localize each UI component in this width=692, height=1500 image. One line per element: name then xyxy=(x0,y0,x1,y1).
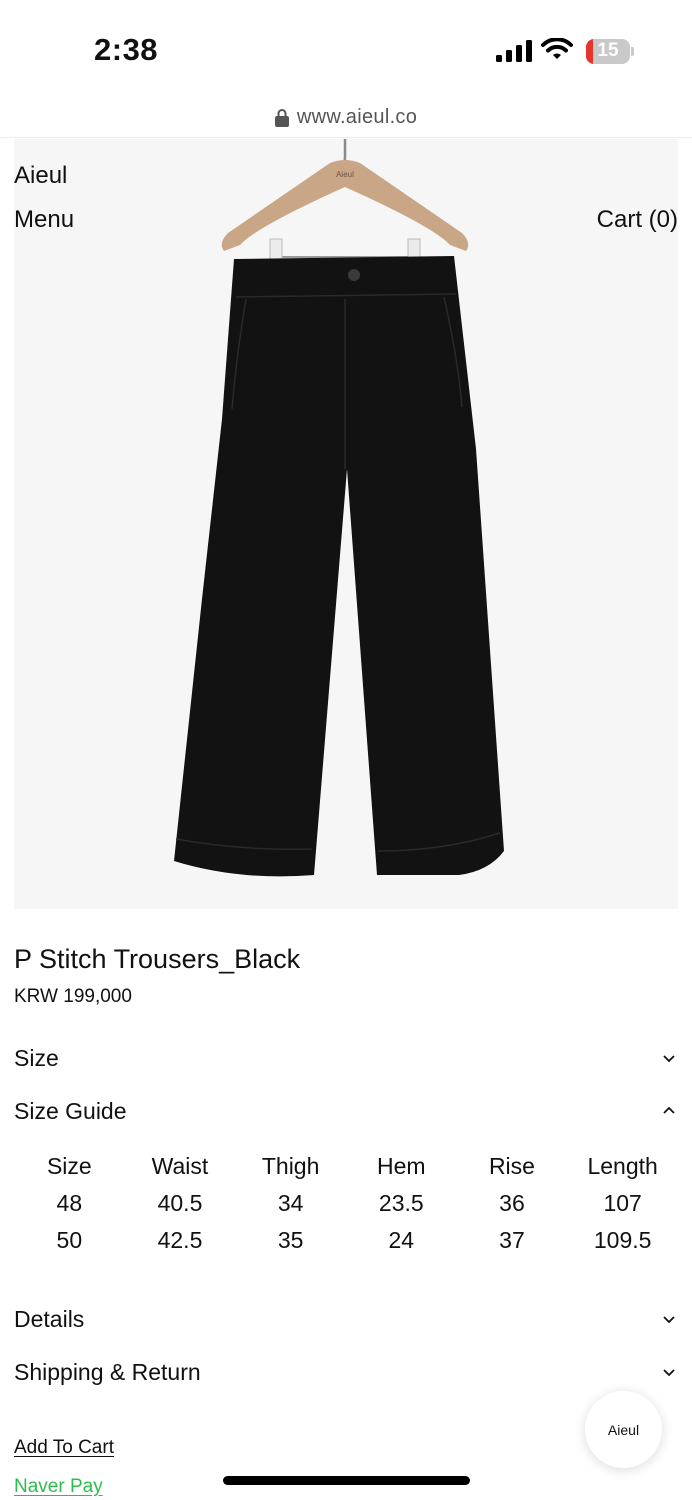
shipping-return-accordion-label: Shipping & Return xyxy=(14,1358,201,1385)
add-to-cart-link[interactable]: Add To Cart xyxy=(14,1437,114,1459)
battery-cap xyxy=(631,47,634,56)
table-cell: 107 xyxy=(603,1190,642,1216)
details-accordion-label: Details xyxy=(14,1305,85,1332)
table-cell: 42.5 xyxy=(157,1227,203,1253)
url-text: www.aieul.co xyxy=(296,106,418,128)
table-row: 50 42.5 35 24 37 109.5 xyxy=(14,1222,678,1259)
page: 2:38 15 www.aieul.co Aieul Aieul Menu Ca… xyxy=(0,0,692,1500)
waist-button xyxy=(348,269,360,281)
size-guide-accordion-label: Size Guide xyxy=(14,1097,127,1124)
wifi-icon xyxy=(541,38,573,59)
chevron-down-icon xyxy=(663,1316,675,1324)
size-guide-column: Waist xyxy=(151,1153,209,1179)
shipping-return-accordion[interactable]: Shipping & Return xyxy=(14,1354,678,1390)
size-accordion-label: Size xyxy=(14,1044,59,1071)
product-image[interactable]: Aieul xyxy=(14,139,678,909)
size-guide-column: Rise xyxy=(488,1153,535,1179)
chevron-up-icon xyxy=(663,1106,675,1114)
table-cell: 48 xyxy=(56,1190,83,1216)
product-price: KRW 199,000 xyxy=(14,986,132,1007)
table-cell: 37 xyxy=(499,1227,525,1253)
table-cell: 35 xyxy=(277,1227,304,1253)
table-cell: 50 xyxy=(56,1227,83,1253)
home-indicator[interactable] xyxy=(223,1476,470,1485)
battery-level: 15 xyxy=(597,40,619,61)
chevron-down-icon xyxy=(663,1055,675,1063)
details-accordion[interactable]: Details xyxy=(14,1301,678,1337)
cart-button[interactable]: Cart (0) xyxy=(597,206,678,234)
size-guide-accordion[interactable]: Size Guide xyxy=(14,1093,678,1129)
size-guide-column: Size xyxy=(46,1153,92,1179)
trousers-illustration: Aieul xyxy=(174,139,504,877)
table-cell: 23.5 xyxy=(378,1190,424,1216)
size-guide-column: Hem xyxy=(377,1153,426,1179)
size-guide-column: Length xyxy=(587,1153,658,1179)
size-guide-table: Size Waist Thigh Hem Rise Length 48 40.5… xyxy=(14,1148,678,1259)
naver-pay-link[interactable]: Naver Pay xyxy=(14,1476,103,1498)
chevron-down-icon xyxy=(663,1369,675,1377)
chat-widget-button[interactable]: Aieul xyxy=(585,1391,662,1468)
chat-widget-label: Aieul xyxy=(607,1421,640,1438)
url-bar[interactable]: www.aieul.co xyxy=(0,100,692,138)
status-bar: 2:38 15 xyxy=(0,0,692,100)
site-logo[interactable]: Aieul xyxy=(14,162,67,190)
size-guide-column: Thigh xyxy=(261,1153,320,1179)
hanger-label: Aieul xyxy=(336,170,354,179)
status-time: 2:38 xyxy=(94,32,159,67)
table-cell: 34 xyxy=(277,1190,304,1216)
table-cell: 24 xyxy=(388,1227,415,1253)
product-title: P Stitch Trousers_Black xyxy=(14,944,301,974)
lock-icon xyxy=(274,109,289,127)
size-accordion[interactable]: Size xyxy=(14,1040,678,1076)
table-cell: 40.5 xyxy=(157,1190,203,1216)
table-cell: 109.5 xyxy=(593,1227,652,1253)
table-cell: 36 xyxy=(499,1190,525,1216)
size-guide-header-row: Size Waist Thigh Hem Rise Length xyxy=(14,1148,678,1185)
signal-icon xyxy=(496,40,532,62)
battery-icon: 15 xyxy=(586,39,630,64)
menu-button[interactable]: Menu xyxy=(14,206,74,234)
table-row: 48 40.5 34 23.5 36 107 xyxy=(14,1185,678,1222)
